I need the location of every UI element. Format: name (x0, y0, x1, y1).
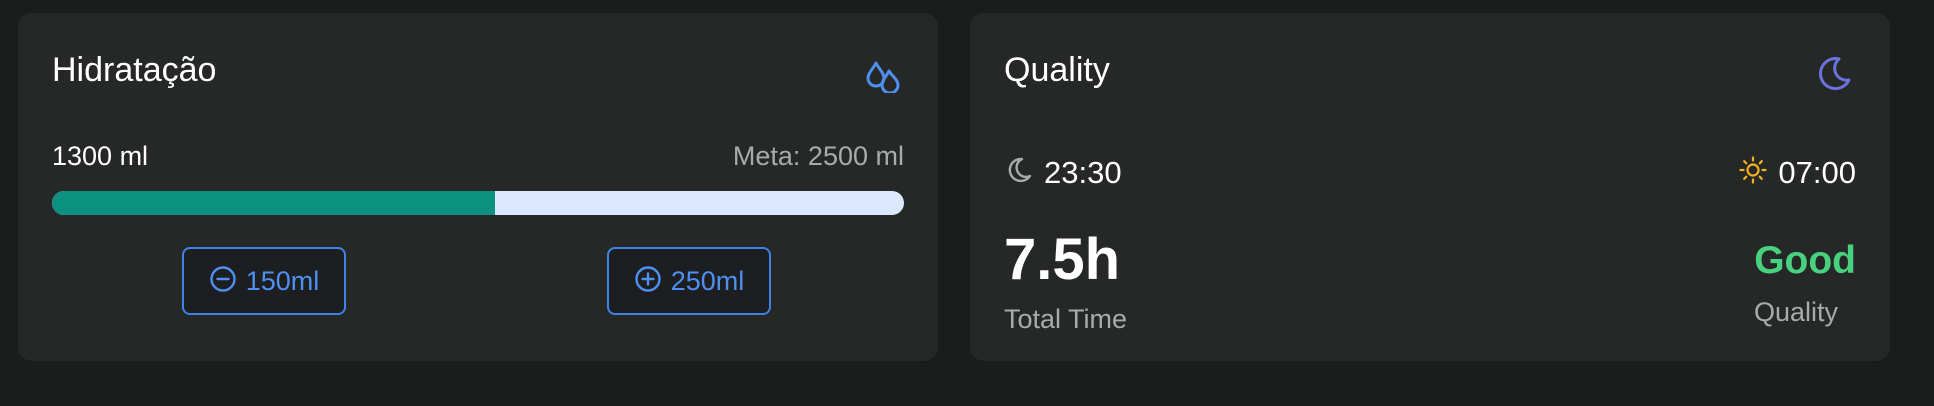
wake-time-value: 07:00 (1778, 155, 1856, 190)
bedtime-value: 23:30 (1044, 155, 1122, 190)
add-button-label: 250ml (670, 265, 745, 296)
bedtime: 23:30 (1004, 155, 1122, 190)
sleep-quality-value: Good (1754, 239, 1856, 282)
moon-icon (1004, 155, 1034, 190)
water-drops-icon (862, 53, 902, 95)
hydration-progress-fill (52, 191, 496, 215)
plus-circle-icon (634, 265, 662, 298)
sleep-quality-label: Quality (1753, 297, 1838, 327)
hydration-card: Hidratação 1300 ml Meta: 2500 ml 150ml 2… (18, 13, 938, 361)
minus-circle-icon (209, 265, 237, 298)
hydration-progress-bar (52, 191, 904, 215)
total-sleep-value: 7.5h (1004, 227, 1121, 292)
total-sleep-label: Total Time (1004, 304, 1128, 334)
sleep-card: Quality 23:30 07:00 7.5h Total Time Good… (970, 13, 1890, 361)
moon-icon (1814, 53, 1854, 93)
wake-time: 07:00 (1738, 155, 1856, 190)
sleep-title: Quality (1004, 51, 1110, 89)
add-250ml-button[interactable]: 250ml (607, 247, 771, 315)
intake-goal: Meta: 2500 ml (732, 141, 904, 171)
current-intake: 1300 ml (52, 141, 149, 171)
sun-icon (1738, 155, 1768, 190)
hydration-title: Hidratação (52, 51, 217, 89)
remove-button-label: 150ml (245, 265, 320, 296)
remove-150ml-button[interactable]: 150ml (182, 247, 346, 315)
